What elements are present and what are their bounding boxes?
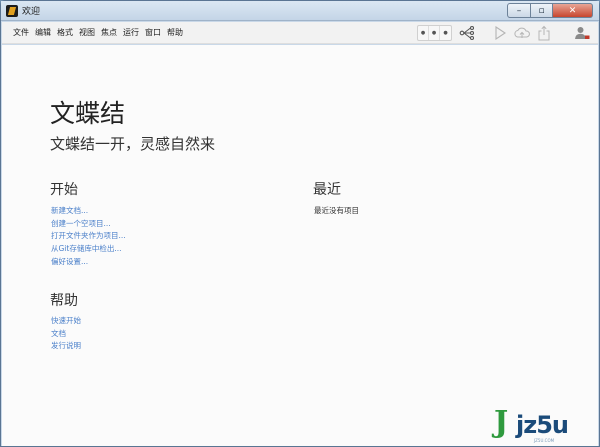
watermark-url: JZ5U.COM (534, 438, 555, 443)
recent-heading: 最近 (313, 182, 341, 198)
menu-focus[interactable]: 焦点 (101, 27, 117, 38)
menu-bar: 文件 编辑 格式 视图 焦点 运行 窗口 帮助 (2, 22, 598, 44)
new-document-link[interactable]: 新建文档... (51, 205, 126, 218)
recent-empty-text: 最近没有项目 (314, 206, 359, 215)
window-controls: – ▫ ✕ (507, 3, 593, 18)
nav-center-button[interactable]: ● (429, 26, 440, 40)
checkout-from-git-link[interactable]: 从Git存储库中检出... (51, 243, 126, 256)
close-button[interactable]: ✕ (553, 3, 593, 18)
watermark-mark: J (494, 405, 509, 440)
help-heading: 帮助 (50, 293, 78, 309)
nav-left-button[interactable]: ● (418, 26, 429, 40)
nav-button-group: ● ● ● (417, 25, 452, 41)
user-alert-icon[interactable] (574, 25, 590, 41)
menu-format[interactable]: 格式 (57, 27, 73, 38)
minimize-button[interactable]: – (507, 3, 531, 18)
page-subtitle: 文蝶结一开，灵感自然来 (50, 135, 216, 153)
window-title: 欢迎 (22, 7, 41, 17)
menu-help[interactable]: 帮助 (167, 27, 183, 38)
maximize-button[interactable]: ▫ (531, 3, 553, 18)
start-heading: 开始 (50, 182, 78, 198)
menu: 文件 编辑 格式 视图 焦点 运行 窗口 帮助 (13, 27, 189, 38)
menu-window[interactable]: 窗口 (145, 27, 161, 38)
release-notes-link[interactable]: 发行说明 (51, 340, 81, 353)
branch-icon[interactable] (459, 25, 475, 41)
watermark-logo: J jz5u JZ5U.COM (494, 405, 586, 443)
help-links: 快速开始 文档 发行说明 (51, 315, 81, 353)
create-empty-project-link[interactable]: 创建一个空项目... (51, 218, 126, 231)
menu-file[interactable]: 文件 (13, 27, 29, 38)
page-title: 文蝶结 (50, 99, 126, 128)
quick-start-link[interactable]: 快速开始 (51, 315, 81, 328)
nav-right-button[interactable]: ● (440, 26, 451, 40)
documentation-link[interactable]: 文档 (51, 328, 81, 341)
run-icon[interactable] (494, 26, 506, 40)
menu-edit[interactable]: 编辑 (35, 27, 51, 38)
menu-run[interactable]: 运行 (123, 27, 139, 38)
cloud-upload-icon[interactable] (513, 26, 531, 40)
share-icon[interactable] (537, 25, 551, 41)
title-bar[interactable]: 欢迎 – ▫ ✕ (1, 1, 599, 21)
welcome-page: 文蝶结 文蝶结一开，灵感自然来 开始 新建文档... 创建一个空项目... 打开… (2, 45, 598, 446)
menu-view[interactable]: 视图 (79, 27, 95, 38)
start-links: 新建文档... 创建一个空项目... 打开文件夹作为项目... 从Git存储库中… (51, 205, 126, 269)
app-window: 欢迎 – ▫ ✕ 文件 编辑 格式 视图 焦点 运行 窗口 帮助 ● ● ● 文… (0, 0, 600, 447)
open-folder-as-project-link[interactable]: 打开文件夹作为项目... (51, 230, 126, 243)
watermark-text: jz5u (516, 411, 569, 439)
preferences-link[interactable]: 偏好设置... (51, 256, 126, 269)
app-icon (6, 5, 18, 17)
